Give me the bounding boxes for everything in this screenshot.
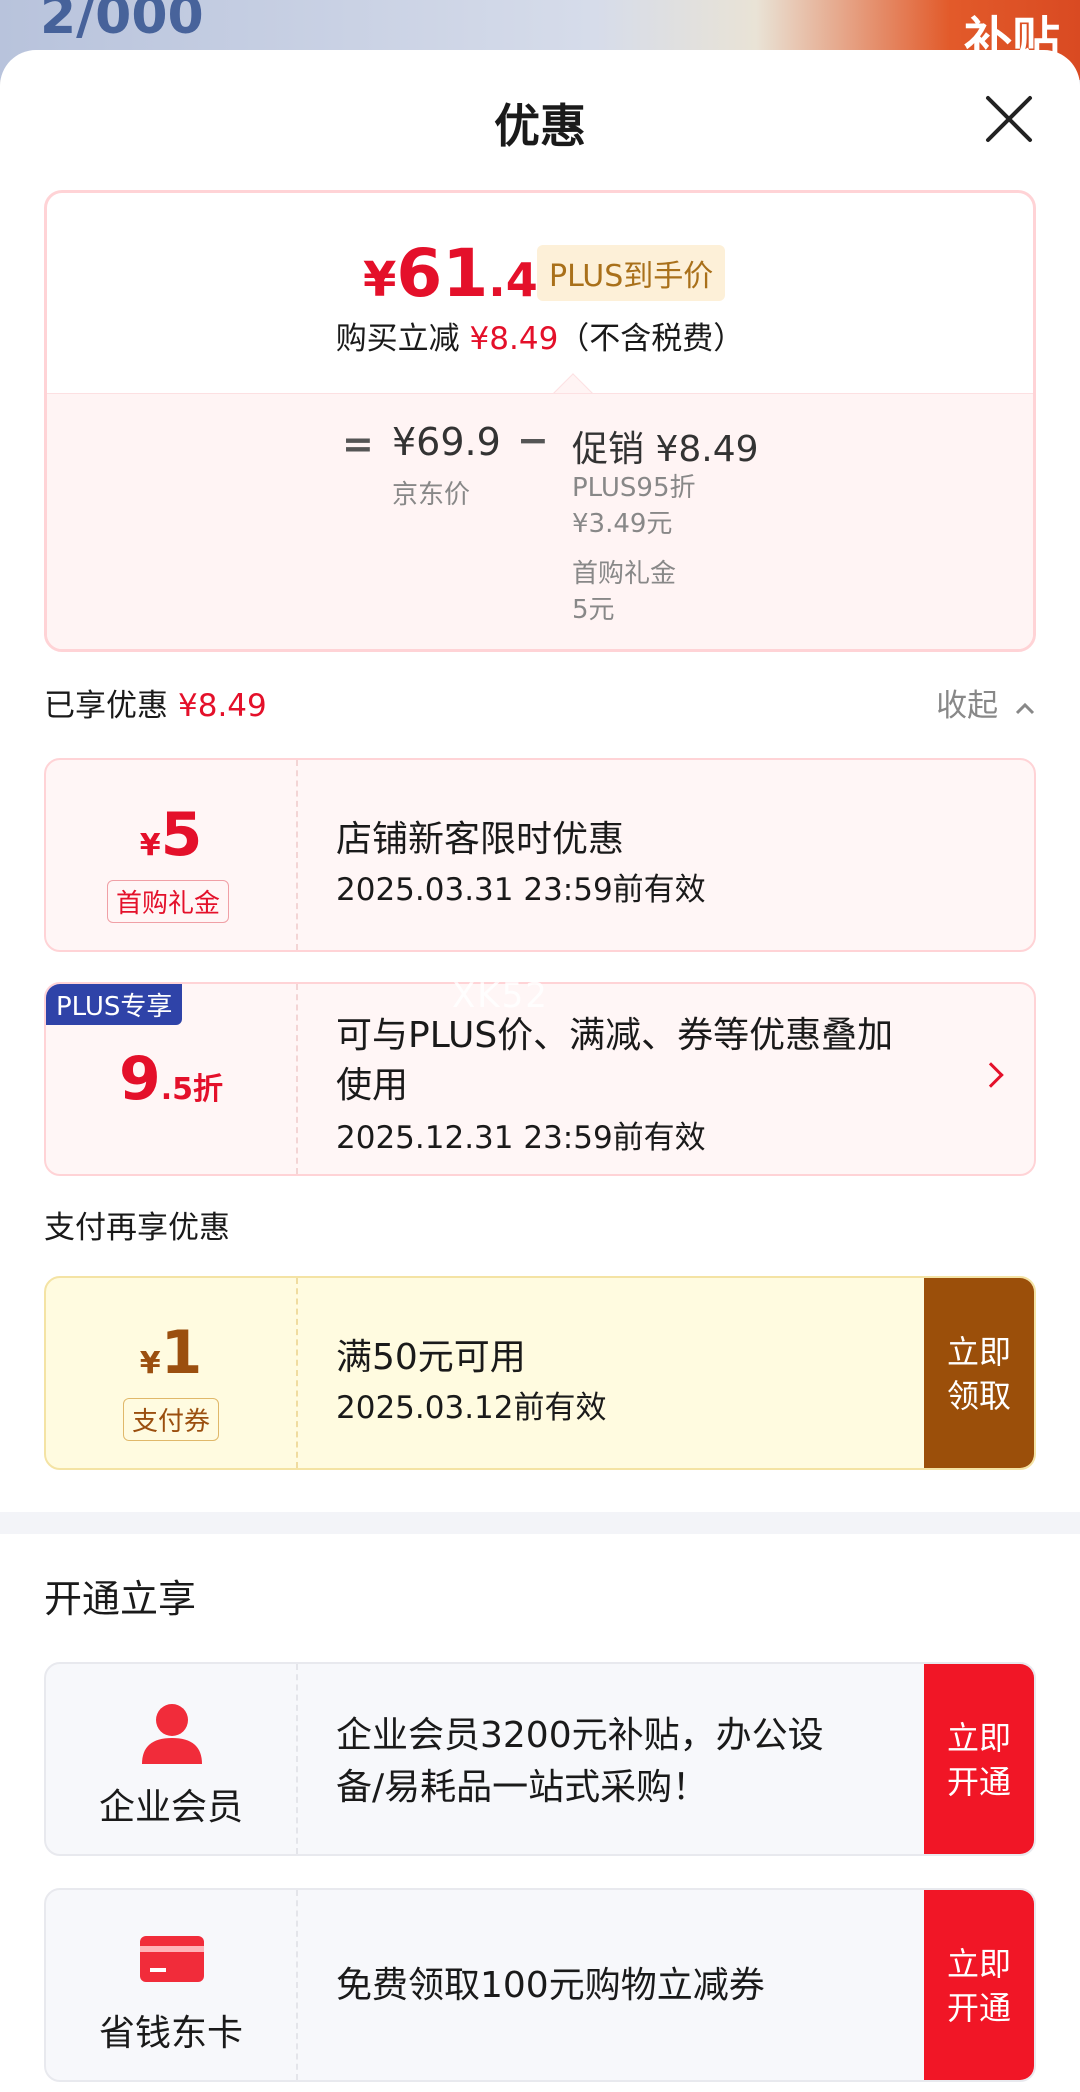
price-summary-card: ¥61.41 PLUS到手价 购买立减 ¥8.49（不含税费） = ¥69.9 … <box>44 190 1036 652</box>
member-label: 省钱东卡 <box>98 2013 243 2054</box>
coupon-amount: ¥5 <box>139 800 203 870</box>
promo-total: 促销 ¥8.49 <box>572 429 759 470</box>
coupon-title: 店铺新客限时优惠 <box>336 819 625 860</box>
enjoyed-label: 已享优惠 <box>44 688 168 724</box>
member-info: 企业会员3200元补贴，办公设 备/易耗品一站式采购！ <box>336 1664 914 1854</box>
coupon-info: 满50元可用 2025.03.12前有效 <box>336 1278 914 1468</box>
savings-card-item: 省钱东卡 免费领取100元购物立减券 立即 开通 <box>44 1888 1036 2082</box>
member-icon-panel: 省钱东卡 <box>46 1890 298 2080</box>
discount-sheet: 优惠 ¥61.41 PLUS到手价 购买立减 ¥8.49（不含税费） = ¥69… <box>0 50 1080 2092</box>
membership-section-title: 开通立享 <box>44 1577 197 1621</box>
open-button-line1: 立即 <box>946 1719 1011 1757</box>
enjoyed-discount-row: 已享优惠 ¥8.49 <box>44 680 1036 725</box>
equals-sign: = <box>342 422 374 466</box>
open-button-line1: 立即 <box>946 1945 1011 1983</box>
plus-exclusive-badge: PLUS专享 <box>46 984 183 1025</box>
member-label: 企业会员 <box>98 1787 243 1828</box>
claim-button-line2: 领取 <box>946 1377 1011 1415</box>
member-desc-line2: 备/易耗品一站式采购！ <box>336 1767 709 1808</box>
person-icon <box>142 1704 202 1764</box>
payment-coupon: ¥1 支付券 满50元可用 2025.03.12前有效 立即 领取 <box>44 1276 1036 1470</box>
promo-item-name: PLUS95折 <box>572 473 696 503</box>
price-breakdown: = ¥69.9 京东价 − 促销 ¥8.49 PLUS95折 ¥3.49元 首购… <box>47 393 1033 649</box>
coupon-info: 可与PLUS价、满减、券等优惠叠加 使用 2025.12.31 23:59前有效 <box>336 984 914 1174</box>
chevron-right-icon[interactable] <box>978 1062 1004 1088</box>
banner-brand-text: 2/000 <box>40 0 204 46</box>
member-info: 免费领取100元购物立减券 <box>336 1890 914 2080</box>
jd-price-label: 京东价 <box>392 480 471 510</box>
collapse-toggle[interactable]: 收起 <box>936 680 1036 725</box>
minus-sign: − <box>517 418 549 462</box>
open-member-button[interactable]: 立即 开通 <box>924 1890 1034 2080</box>
watermark-text: XK52 <box>452 976 549 1016</box>
section-divider <box>0 1512 1080 1534</box>
coupon-value-panel: ¥1 支付券 <box>46 1278 298 1468</box>
claim-button-line1: 立即 <box>946 1333 1011 1371</box>
payment-section-title: 支付再享优惠 <box>44 1210 230 1246</box>
chevron-up-icon <box>1015 702 1035 715</box>
coupon-validity: 2025.03.12前有效 <box>336 1390 607 1426</box>
member-icon-panel: 企业会员 <box>46 1664 298 1854</box>
claim-button[interactable]: 立即 领取 <box>924 1278 1034 1468</box>
promo-item-name: 首购礼金 <box>572 559 677 589</box>
sheet-header: 优惠 <box>0 50 1080 190</box>
coupon-amount: 9.5折 <box>118 1044 224 1114</box>
coupon-info: 店铺新客限时优惠 2025.03.31 23:59前有效 <box>336 760 914 950</box>
member-desc-line1: 免费领取100元购物立减券 <box>336 1965 765 2006</box>
coupon-title: 满50元可用 <box>336 1337 526 1378</box>
coupon-title-line1: 可与PLUS价、满减、券等优惠叠加 <box>336 1015 894 1056</box>
coupon-type-tag: 支付券 <box>123 1398 220 1441</box>
coupon-amount: ¥1 <box>139 1318 203 1388</box>
coupon-type-tag: 首购礼金 <box>107 880 230 923</box>
open-button-line2: 开通 <box>946 1989 1011 2027</box>
open-member-button[interactable]: 立即 开通 <box>924 1664 1034 1854</box>
sheet-title: 优惠 <box>494 99 586 153</box>
open-button-line2: 开通 <box>946 1763 1011 1801</box>
coupon-title-line2: 使用 <box>336 1065 409 1106</box>
coupon-value-panel: ¥5 首购礼金 <box>46 760 298 950</box>
promo-item-value: ¥3.49元 <box>572 509 673 539</box>
new-customer-coupon[interactable]: ¥5 首购礼金 店铺新客限时优惠 2025.03.31 23:59前有效 <box>44 758 1036 952</box>
reduce-line: 购买立减 ¥8.49（不含税费） <box>335 321 745 357</box>
card-icon <box>140 1936 204 1982</box>
member-desc-line1: 企业会员3200元补贴，办公设 <box>336 1715 824 1756</box>
coupon-validity: 2025.03.31 23:59前有效 <box>336 872 706 908</box>
enterprise-member-card: 企业会员 企业会员3200元补贴，办公设 备/易耗品一站式采购！ 立即 开通 <box>44 1662 1036 1856</box>
promo-item-value: 5元 <box>572 595 615 625</box>
final-price-section: ¥61.41 PLUS到手价 购买立减 ¥8.49（不含税费） <box>47 193 1033 393</box>
plus-price-badge: PLUS到手价 <box>537 245 726 301</box>
coupon-value-panel: PLUS专享 9.5折 <box>46 984 298 1174</box>
coupon-validity: 2025.12.31 23:59前有效 <box>336 1120 706 1156</box>
close-icon[interactable] <box>982 92 1036 146</box>
enjoyed-amount: ¥8.49 <box>178 688 267 724</box>
jd-price: ¥69.9 <box>392 420 501 464</box>
collapse-label: 收起 <box>936 688 999 724</box>
